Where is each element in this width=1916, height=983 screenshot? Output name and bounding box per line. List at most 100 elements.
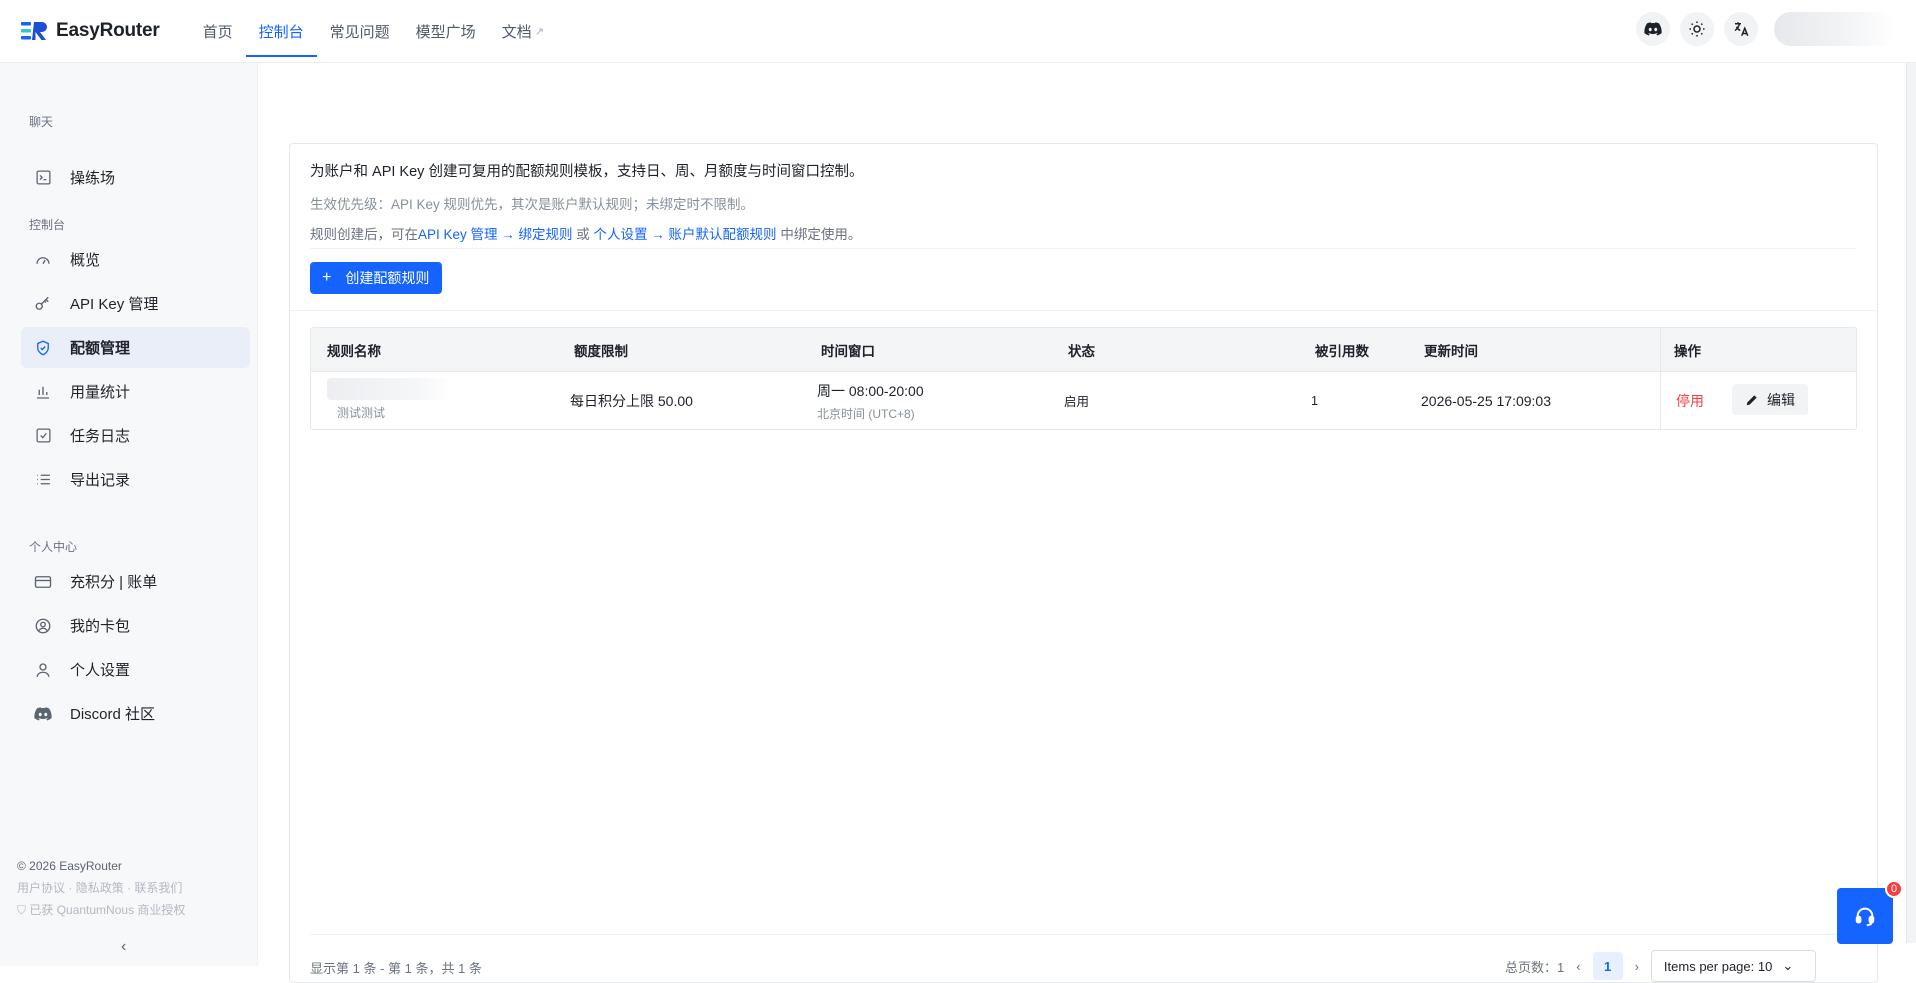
col-rule-name: 规则名称 — [327, 343, 381, 359]
privacy-link[interactable]: 隐私政策 — [76, 881, 124, 895]
sidebar-item-label: 充积分 | 账单 — [70, 574, 158, 591]
hint-mid: 或 — [572, 227, 594, 242]
sidebar-item-export[interactable]: 导出记录 — [21, 459, 250, 500]
page-scrollbar[interactable] — [1906, 63, 1916, 943]
app-name: EasyRouter — [56, 20, 160, 41]
sidebar-item-api-key[interactable]: API Key 管理 — [21, 283, 250, 324]
pencil-icon — [1746, 394, 1757, 405]
divider — [310, 248, 1857, 249]
sidebar-item-label: 我的卡包 — [70, 618, 131, 635]
sidebar-item-label: Discord 社区 — [70, 706, 156, 723]
chevron-down-icon: ⌄ — [1782, 958, 1794, 973]
key-icon — [34, 295, 52, 313]
sidebar-item-label: 概览 — [70, 252, 101, 269]
prev-page-button[interactable]: ‹ — [1576, 959, 1580, 974]
sidebar-footer: © 2026 EasyRouter 用户协议 · 隐私政策 · 联系我们 ⛉ 已… — [17, 855, 185, 921]
divider — [310, 934, 1857, 935]
window-cell: 周一 08:00-20:00 北京时间 (UTC+8) — [817, 381, 924, 422]
col-status: 状态 — [1068, 343, 1095, 359]
contact-link[interactable]: 联系我们 — [134, 881, 182, 895]
table-header: 规则名称 额度限制 时间窗口 状态 被引用数 更新时间 操作 — [311, 328, 1856, 372]
sidebar-item-settings[interactable]: 个人设置 — [21, 649, 250, 690]
bar-chart-icon — [34, 383, 52, 401]
window-timezone: 北京时间 (UTC+8) — [817, 407, 915, 421]
top-nav: 首页 控制台 常见问题 模型广场 文档 ↗ — [190, 0, 557, 63]
sidebar-item-discord[interactable]: Discord 社区 — [21, 693, 250, 734]
items-per-page-value: Items per page: 10 — [1663, 958, 1773, 974]
create-quota-rule-button[interactable]: + 创建配额规则 — [310, 262, 443, 294]
limit-cell: 每日积分上限 50.00 — [570, 392, 693, 409]
quota-rules-table: 规则名称 额度限制 时间窗口 状态 被引用数 更新时间 操作 测试测试 每日积分… — [310, 327, 1857, 430]
quota-rules-card: 为账户和 API Key 创建可复用的配额规则模板，支持日、周、月额度与时间窗口… — [289, 143, 1878, 983]
discord-button[interactable] — [1636, 12, 1670, 46]
sidebar-item-label: 配额管理 — [70, 340, 131, 357]
intro-priority: 生效优先级：API Key 规则优先，其次是账户默认规则；未绑定时不限制。 — [310, 197, 755, 212]
hint-prefix: 规则创建后，可在 — [310, 227, 418, 242]
logo-icon — [21, 22, 47, 40]
footer-links: 用户协议 · 隐私政策 · 联系我们 — [17, 881, 183, 895]
sidebar-item-label: 个人设置 — [70, 662, 131, 679]
user-icon — [34, 661, 52, 679]
terms-link[interactable]: 用户协议 — [17, 881, 65, 895]
chevron-left-icon: ‹ — [121, 938, 127, 955]
sidebar-item-quota[interactable]: 配额管理 — [21, 327, 250, 368]
sidebar-item-task-log[interactable]: 任务日志 — [21, 415, 250, 456]
list-icon — [34, 471, 52, 489]
collapse-sidebar-button[interactable]: ‹ — [121, 938, 126, 956]
intro-binding-hint: 规则创建后，可在API Key 管理 → 绑定规则 或 个人设置 → 账户默认配… — [310, 223, 863, 243]
total-pages: 总页数：1 — [1505, 959, 1565, 975]
license-text: 已获 QuantumNous 商业授权 — [29, 903, 186, 917]
app-logo[interactable]: EasyRouter — [21, 20, 160, 42]
support-chat-button[interactable] — [1837, 888, 1893, 944]
notification-badge: 0 — [1885, 880, 1903, 898]
edit-button-label: 编辑 — [1767, 391, 1795, 408]
sidebar-item-label: 任务日志 — [70, 428, 131, 445]
rule-name-sub: 测试测试 — [337, 406, 386, 420]
col-refs: 被引用数 — [1315, 343, 1369, 359]
language-button[interactable] — [1724, 12, 1758, 46]
user-menu[interactable] — [1774, 12, 1896, 46]
license-note: ⛉ 已获 QuantumNous 商业授权 — [17, 899, 185, 921]
pagination: 总页数：1 ‹ 1 › Items per page: 10 ⌄ — [1505, 950, 1816, 982]
intro-description: 为账户和 API Key 创建可复用的配额规则模板，支持日、周、月额度与时间窗口… — [310, 164, 864, 180]
shield-check-icon — [34, 339, 52, 357]
sidebar-item-overview[interactable]: 概览 — [21, 239, 250, 280]
create-button-label: 创建配额规则 — [345, 270, 430, 286]
account-default-rule-link[interactable]: 个人设置 → 账户默认配额规则 — [594, 227, 777, 242]
sidebar-item-label: API Key 管理 — [70, 296, 159, 313]
nav-console[interactable]: 控制台 — [245, 0, 317, 63]
sidebar-group-console: 控制台 — [29, 218, 66, 232]
top-header: EasyRouter 首页 控制台 常见问题 模型广场 文档 ↗ — [0, 0, 1916, 63]
sidebar-item-playground[interactable]: 操练场 — [21, 157, 250, 198]
nav-docs[interactable]: 文档 ↗ — [489, 0, 557, 63]
plus-icon: + — [322, 269, 332, 286]
next-page-button[interactable]: › — [1635, 959, 1639, 974]
sidebar-item-wallet[interactable]: 我的卡包 — [21, 605, 250, 646]
col-updated: 更新时间 — [1424, 343, 1478, 359]
sidebar-group-personal: 个人中心 — [29, 540, 78, 554]
sidebar-item-billing[interactable]: 充积分 | 账单 — [21, 561, 250, 602]
window-time: 周一 08:00-20:00 — [817, 383, 924, 399]
credit-card-icon — [34, 573, 52, 591]
sidebar-item-usage[interactable]: 用量统计 — [21, 371, 250, 412]
page-1-button[interactable]: 1 — [1592, 952, 1623, 980]
nav-docs-label: 文档 — [501, 23, 532, 41]
nav-faq[interactable]: 常见问题 — [317, 0, 403, 63]
api-key-bind-link[interactable]: API Key 管理 → 绑定规则 — [418, 227, 573, 242]
nav-home[interactable]: 首页 — [190, 0, 246, 63]
user-circle-icon — [34, 617, 52, 635]
status-badge: 启用 — [1064, 395, 1090, 409]
items-per-page-select[interactable]: Items per page: 10 ⌄ — [1650, 950, 1816, 982]
sidebar-item-label: 用量统计 — [70, 384, 131, 401]
copyright: © 2026 EasyRouter — [17, 859, 122, 873]
disable-button[interactable]: 停用 — [1676, 391, 1704, 411]
checkbox-icon — [34, 427, 52, 445]
nav-model-square[interactable]: 模型广场 — [403, 0, 489, 63]
terminal-icon — [34, 169, 52, 187]
theme-toggle-button[interactable] — [1680, 12, 1714, 46]
header-actions — [1636, 12, 1896, 46]
headset-icon — [1855, 907, 1875, 927]
edit-button[interactable]: 编辑 — [1732, 384, 1808, 415]
sidebar-group-chat: 聊天 — [29, 115, 54, 129]
actions-cell: 停用 编辑 — [1660, 372, 1856, 429]
